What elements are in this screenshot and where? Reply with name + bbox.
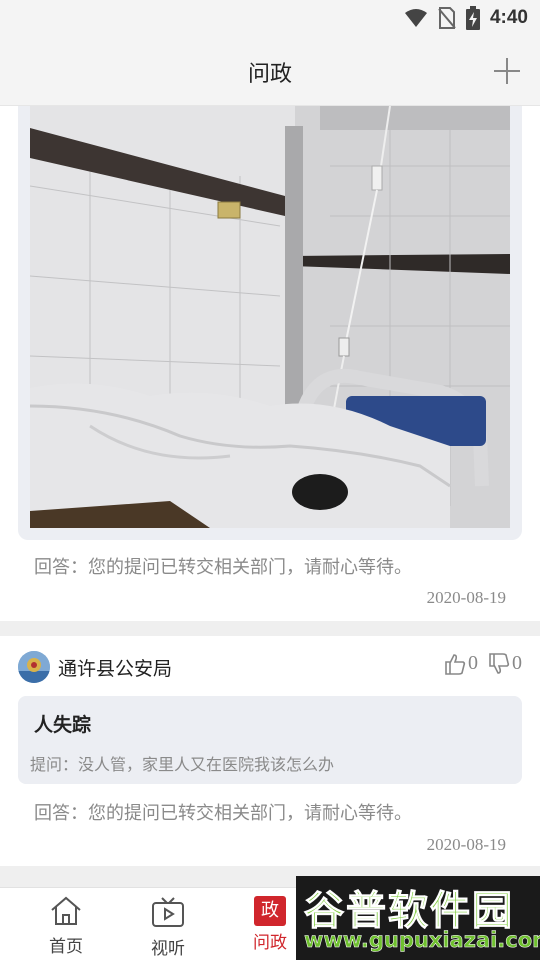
author-name[interactable]: 通许县公安局 (58, 654, 172, 681)
question-card[interactable]: 通许县公安局 0 0 人失踪 提问：没人管，家里人又在医院我该怎么办 回答：您的… (0, 636, 540, 866)
answer-text: 回答：您的提问已转交相关部门，请耐心等待。 (34, 557, 412, 578)
thumbs-down-icon (489, 652, 510, 674)
nav-item-wenzheng[interactable]: 政 问政 (240, 896, 300, 953)
tv-icon (152, 897, 184, 927)
watermark-logo: 谷普软件园 www.gupuxiazai.com (296, 876, 540, 960)
like-button[interactable]: 0 (444, 652, 478, 675)
status-icons: 4:40 (404, 5, 528, 31)
nav-label-video: 视听 (151, 939, 185, 959)
home-icon (51, 896, 81, 925)
question-list: 回答：您的提问已转交相关部门，请耐心等待。 2020-08-19 通许县公安局 … (0, 106, 540, 887)
title-bar: 问政 (0, 36, 540, 106)
battery-charging-icon (465, 6, 480, 30)
nav-item-home[interactable]: 首页 (36, 896, 96, 957)
dislike-button[interactable]: 0 (488, 652, 522, 675)
answer-date: 2020-08-19 (426, 588, 506, 607)
nav-item-video[interactable]: 视听 (138, 896, 198, 959)
dislike-count: 0 (512, 652, 522, 674)
question-card[interactable]: 回答：您的提问已转交相关部门，请耐心等待。 2020-08-19 (0, 106, 540, 621)
answer-text: 回答：您的提问已转交相关部门，请耐心等待。 (34, 803, 412, 824)
author-avatar[interactable] (18, 651, 50, 683)
question-photo[interactable] (30, 106, 510, 528)
add-question-button[interactable] (492, 56, 522, 86)
police-badge-icon (18, 651, 50, 683)
no-sim-icon (438, 7, 456, 29)
thumbs-up-icon (445, 653, 466, 675)
status-bar: 4:40 (0, 0, 540, 36)
vote-group: 0 0 (444, 652, 522, 675)
answer-date: 2020-08-19 (426, 835, 506, 854)
question-title: 人失踪 (34, 714, 92, 736)
wifi-icon (404, 9, 427, 27)
status-time: 4:40 (489, 7, 528, 28)
watermark-url: www.gupuxiazai.com (304, 928, 540, 953)
question-box[interactable]: 人失踪 提问：没人管，家里人又在医院我该怎么办 (18, 696, 522, 784)
nav-label-wenzheng: 问政 (253, 933, 287, 953)
zheng-icon: 政 (254, 896, 286, 926)
question-text: 提问：没人管，家里人又在医院我该怎么办 (30, 755, 335, 774)
like-count: 0 (468, 652, 478, 674)
page-title: 问政 (247, 62, 292, 87)
nav-label-home: 首页 (49, 937, 83, 957)
